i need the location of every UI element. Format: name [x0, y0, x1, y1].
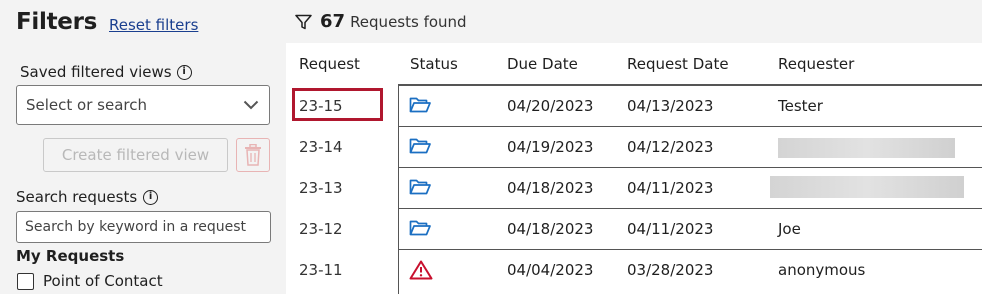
- search-requests-label: Search requests i: [16, 188, 159, 206]
- open-folder-icon: [409, 97, 431, 113]
- open-folder-icon: [409, 220, 431, 236]
- redacted-requester: [770, 176, 964, 198]
- request-id-link[interactable]: 23-11: [299, 261, 343, 279]
- table-row[interactable]: 23-14 04/19/2023 04/12/2023: [286, 127, 982, 168]
- column-header-due-date[interactable]: Due Date: [507, 55, 578, 73]
- due-date: 04/04/2023: [507, 261, 594, 279]
- table-row[interactable]: 23-12 04/18/2023 04/11/2023 Joe: [286, 209, 982, 250]
- requester-name: anonymous: [778, 261, 866, 279]
- delete-view-button[interactable]: [236, 138, 270, 172]
- saved-views-label-text: Saved filtered views: [20, 63, 172, 81]
- due-date: 04/20/2023: [507, 97, 594, 115]
- request-date: 03/28/2023: [627, 261, 714, 279]
- point-of-contact-label: Point of Contact: [43, 272, 163, 290]
- table-row[interactable]: 23-15 04/20/2023 04/13/2023 Tester: [286, 86, 982, 127]
- requester-name: Joe: [778, 220, 801, 238]
- requester-name: Tester: [778, 97, 823, 115]
- results-summary-bar: 67 Requests found: [286, 0, 982, 43]
- warning-triangle-icon: [409, 260, 433, 280]
- request-id-link[interactable]: 23-13: [299, 179, 343, 197]
- chevron-down-icon: [243, 100, 259, 110]
- due-date: 04/19/2023: [507, 138, 594, 156]
- filter-icon: [295, 14, 312, 29]
- point-of-contact-option[interactable]: Point of Contact: [17, 272, 163, 290]
- saved-views-label: Saved filtered views i: [20, 63, 192, 81]
- point-of-contact-checkbox[interactable]: [17, 272, 34, 290]
- redacted-requester: [778, 138, 955, 158]
- my-requests-heading: My Requests: [16, 247, 125, 265]
- status-cell: [409, 96, 431, 118]
- saved-views-select[interactable]: Select or search: [16, 85, 270, 125]
- info-icon[interactable]: i: [143, 189, 159, 205]
- column-header-request[interactable]: Request: [299, 55, 360, 73]
- open-folder-icon: [409, 179, 431, 195]
- filters-title: Filters: [16, 9, 98, 35]
- request-date: 04/11/2023: [627, 220, 714, 238]
- status-cell: [409, 137, 431, 159]
- trash-icon: [245, 144, 261, 166]
- results-count: 67: [320, 11, 346, 32]
- due-date: 04/18/2023: [507, 220, 594, 238]
- request-id-link[interactable]: 23-15: [299, 97, 343, 115]
- create-filtered-view-button[interactable]: Create filtered view: [43, 138, 228, 172]
- table-row[interactable]: 23-13 04/18/2023 04/11/2023: [286, 168, 982, 209]
- saved-views-placeholder: Select or search: [26, 96, 147, 114]
- status-cell: [409, 260, 433, 284]
- request-id-link[interactable]: 23-12: [299, 220, 343, 238]
- request-date: 04/12/2023: [627, 138, 714, 156]
- due-date: 04/18/2023: [507, 179, 594, 197]
- status-cell: [409, 219, 431, 241]
- requests-table: Request Status Due Date Request Date Req…: [286, 43, 982, 294]
- open-folder-icon: [409, 138, 431, 154]
- column-header-status[interactable]: Status: [410, 55, 458, 73]
- column-header-requester[interactable]: Requester: [778, 55, 854, 73]
- search-input[interactable]: [16, 211, 271, 243]
- request-id-link[interactable]: 23-14: [299, 138, 343, 156]
- column-header-request-date[interactable]: Request Date: [627, 55, 729, 73]
- status-cell: [409, 178, 431, 200]
- search-requests-label-text: Search requests: [16, 188, 138, 206]
- reset-filters-link[interactable]: Reset filters: [109, 16, 198, 34]
- request-date: 04/11/2023: [627, 179, 714, 197]
- table-row[interactable]: 23-11 04/04/2023 03/28/2023 anonymous: [286, 250, 982, 291]
- info-icon[interactable]: i: [176, 64, 192, 80]
- results-label: Requests found: [350, 12, 467, 31]
- request-date: 04/13/2023: [627, 97, 714, 115]
- filters-sidebar: Filters Reset filters Saved filtered vie…: [0, 0, 286, 294]
